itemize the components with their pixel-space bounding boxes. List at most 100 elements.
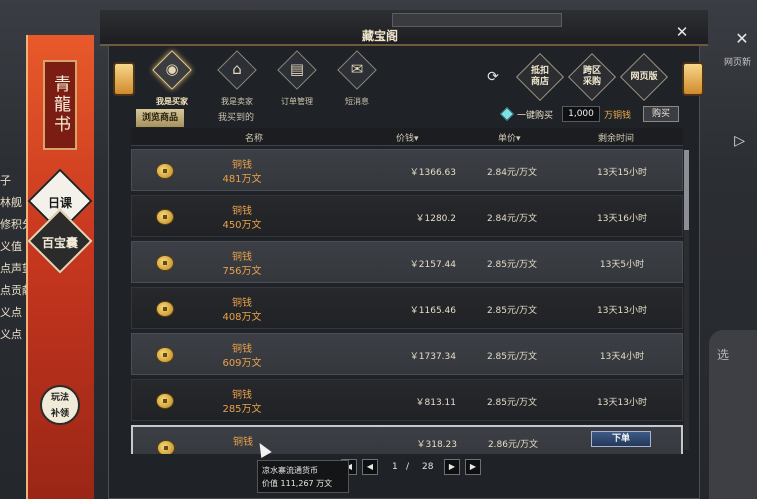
listing-table: 铜钱 481万文 ￥1366.63 2.84元/万文 13天15小时 铜钱 45…	[131, 149, 683, 454]
coin-icon: ◉	[165, 60, 179, 78]
item-amount: 756万文	[222, 266, 262, 277]
item-amount: 609万文	[222, 358, 262, 369]
item-name: 铜钱	[232, 344, 252, 355]
header-unit-price-label: 单价	[498, 134, 517, 144]
item-unit-price: 2.85元/万文	[486, 398, 538, 408]
nav-orders[interactable]: ▤ 订单管理	[267, 50, 327, 112]
nav-buyer-label: 我是买家	[156, 97, 188, 106]
last-page-icon[interactable]: ▶	[465, 459, 481, 475]
table-row[interactable]: 铜钱 481万文 ￥1366.63 2.84元/万文 13天15小时	[131, 149, 683, 191]
quick-buy-label: 一键购买	[517, 111, 554, 121]
item-amount: 450万文	[222, 220, 262, 231]
tab-browse[interactable]: 浏览商品	[136, 109, 185, 127]
item-unit-price: 2.86元/万文	[487, 440, 539, 450]
dialog-title: 藏宝阁	[361, 29, 398, 43]
nav-messages[interactable]: ✉ 短消息	[327, 50, 387, 112]
roof-ridge	[392, 13, 562, 27]
item-time-left: 13天5小时	[599, 260, 645, 270]
tooltip-value: 价值 111,267 万文	[262, 479, 333, 488]
quick-buy-amount-input[interactable]	[562, 106, 600, 122]
table-row[interactable]: 铜钱 609万文 ￥1737.34 2.85元/万文 13天4小时	[131, 333, 683, 375]
background-arrow-icon[interactable]: ▷	[734, 133, 745, 149]
item-price: ￥813.11	[415, 398, 457, 408]
item-name: 铜钱	[232, 390, 252, 401]
item-unit-price: 2.85元/万文	[486, 306, 538, 316]
item-price: ￥1737.34	[409, 352, 456, 362]
table-scrollbar[interactable]	[684, 150, 689, 450]
scrollbar-thumb[interactable]	[684, 150, 689, 230]
table-header: 名称 价钱▾ 单价▾ 剩余时间	[131, 128, 683, 146]
item-unit-price: 2.84元/万文	[486, 168, 538, 178]
copper-coin-icon	[157, 440, 175, 454]
play-button[interactable]: 玩法 补领	[40, 385, 80, 425]
table-row[interactable]: 铜钱 285万文 ￥813.11 2.85元/万文 13天13小时	[131, 379, 683, 421]
copper-coin-icon	[156, 163, 174, 179]
total-pages: 28	[422, 462, 434, 472]
background-close-icon[interactable]: ✕	[733, 30, 751, 48]
tab-bought[interactable]: 我买到的	[212, 109, 260, 127]
page-separator: /	[406, 462, 410, 472]
sort-desc-icon: ▾	[516, 134, 521, 144]
book-icon: ▤	[289, 60, 305, 78]
refresh-icon[interactable]: ⟳	[484, 68, 502, 86]
background-right-panel: 选	[709, 330, 757, 499]
next-page-icon[interactable]: ▶	[444, 459, 460, 475]
item-name: 铜钱	[232, 298, 252, 309]
header-unit-price[interactable]: 单价▾	[498, 131, 521, 144]
treasure-bag-badge-label: 百宝囊	[41, 236, 78, 250]
item-price: ￥2157.44	[409, 260, 456, 270]
item-time-left: 13天15小时	[597, 168, 647, 178]
item-price: ￥1165.46	[409, 306, 456, 316]
dialog-close-icon[interactable]: ✕	[674, 24, 690, 40]
item-name: 铜钱	[233, 437, 253, 448]
header-price[interactable]: 价钱▾	[396, 131, 419, 144]
item-time-left: 13天16小时	[597, 214, 647, 224]
item-time-left: 13天13小时	[597, 398, 647, 408]
copper-coin-icon	[156, 209, 174, 225]
background-right-panel-label: 选	[717, 348, 730, 362]
item-amount: 408万文	[222, 312, 262, 323]
nav-seller[interactable]: ⌂ 我是卖家	[207, 50, 267, 112]
copper-coin-icon	[156, 347, 174, 363]
item-unit-price: 2.84元/万文	[486, 214, 538, 224]
nav-buyer[interactable]: ◉ 我是买家	[142, 50, 202, 112]
place-order-button[interactable]: 下单	[591, 431, 651, 447]
copper-coin-icon	[156, 393, 174, 409]
item-name: 铜钱	[232, 252, 252, 263]
envelope-icon: ✉	[350, 60, 364, 78]
table-row[interactable]: 铜钱 408万文 ￥1165.46 2.85元/万文 13天13小时	[131, 287, 683, 329]
header-name: 名称	[245, 134, 264, 144]
item-tooltip: 凉水寨流通货币 价值 111,267 万文	[257, 460, 349, 493]
item-unit-price: 2.85元/万文	[486, 260, 538, 270]
item-price: ￥1280.2	[415, 214, 457, 224]
background-right-label: 网页新	[723, 58, 751, 68]
table-row[interactable]: 铜钱 756万文 ￥2157.44 2.85元/万文 13天5小时	[131, 241, 683, 283]
copper-coin-icon	[156, 255, 174, 271]
tooltip-description: 凉水寨流通货币	[262, 466, 318, 475]
lantern-right-icon	[682, 62, 704, 96]
sort-desc-icon: ▾	[414, 134, 419, 144]
stall-icon: ⌂	[232, 60, 242, 78]
header-price-label: 价钱	[396, 134, 415, 144]
nav-seller-label: 我是卖家	[221, 97, 253, 106]
item-unit-price: 2.85元/万文	[486, 352, 538, 362]
nav-messages-label: 短消息	[345, 97, 369, 106]
prev-page-icon[interactable]: ◀	[362, 459, 378, 475]
item-price: ￥318.23	[416, 440, 458, 450]
header-time-left: 剩余时间	[598, 134, 635, 144]
copper-coin-icon	[156, 301, 174, 317]
table-row[interactable]: 铜钱 ￥318.23 2.86元/万文 下单	[131, 425, 683, 454]
item-time-left: 13天13小时	[597, 306, 647, 316]
table-row[interactable]: 铜钱 450万文 ￥1280.2 2.84元/万文 13天16小时	[131, 195, 683, 237]
item-price: ￥1366.63	[409, 168, 456, 178]
nav-orders-label: 订单管理	[281, 97, 313, 106]
item-time-left: 13天4小时	[599, 352, 645, 362]
lantern-left-icon	[113, 62, 135, 96]
current-page: 1	[392, 462, 398, 472]
quick-buy-button[interactable]: 购买	[643, 106, 679, 122]
item-amount: 481万文	[222, 174, 262, 185]
item-name: 铜钱	[232, 160, 252, 171]
quick-buy-unit: 万铜钱	[604, 111, 632, 121]
item-name: 铜钱	[232, 206, 252, 217]
item-amount: 285万文	[222, 404, 262, 415]
